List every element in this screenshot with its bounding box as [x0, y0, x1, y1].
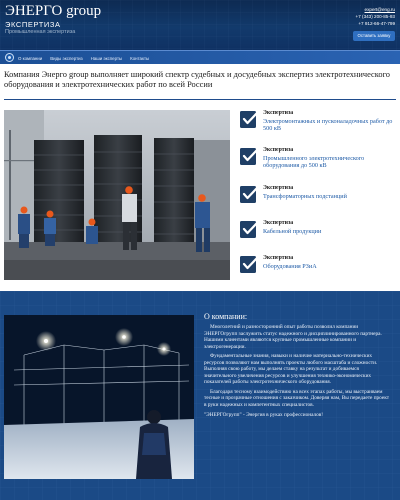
about-text: Многолетний и разносторонний опыт работы… — [204, 324, 392, 421]
service-item[interactable]: Экспертиза Кабельной продукции — [240, 220, 398, 250]
nav-item-experts[interactable]: Наши эксперты — [91, 56, 123, 61]
service-title: Экспертиза — [263, 185, 294, 191]
phone-link-1[interactable]: +7 (343) 200-85-93 — [356, 13, 395, 20]
logo-icon[interactable] — [5, 53, 14, 62]
phone-link-2[interactable]: +7 912-66-47-799 — [356, 20, 395, 27]
checkmark-icon — [240, 185, 258, 204]
service-item[interactable]: Экспертиза Промышленного электротехничес… — [240, 147, 398, 177]
intro-heading: Компания Энерго group выполняет широкий … — [4, 70, 390, 90]
header-contacts: expert@eng.ru +7 (343) 200-85-93 +7 912-… — [356, 6, 395, 27]
checkmark-icon — [240, 255, 258, 274]
site-header: ЭНЕРГО group ЭКСПЕРТИЗА Промышленная экс… — [0, 0, 400, 50]
service-item[interactable]: Экспертиза Электромонтажных и пусконалад… — [240, 110, 398, 140]
intro-divider — [4, 99, 396, 100]
about-paragraph: Многолетний и разносторонний опыт работы… — [204, 324, 382, 350]
nav-item-contacts[interactable]: Контакты — [130, 56, 149, 61]
service-link[interactable]: Трансформаторных подстанций — [263, 193, 398, 200]
service-item[interactable]: Экспертиза Оборудования РЗиА — [240, 255, 398, 285]
about-title: О компании: — [204, 312, 248, 321]
checkmark-icon — [240, 147, 258, 166]
service-title: Экспертиза — [263, 110, 294, 116]
service-item[interactable]: Экспертиза Трансформаторных подстанций — [240, 185, 398, 215]
main-nav: О компании Виды экспертиз Наши эксперты … — [0, 50, 400, 64]
email-link[interactable]: expert@eng.ru — [356, 6, 395, 13]
service-link[interactable]: Оборудования РЗиА — [263, 263, 398, 270]
service-link[interactable]: Электромонтажных и пусконаладочных работ… — [263, 118, 398, 133]
about-slogan: "ЭНЕРГОгрупп" - Энергия в руках професси… — [204, 411, 324, 418]
request-button[interactable]: Оставить заявку — [353, 31, 395, 41]
service-title: Экспертиза — [263, 255, 294, 261]
nav-items: О компании Виды экспертиз Наши эксперты … — [18, 51, 149, 65]
night-substation-photo — [4, 315, 194, 479]
service-title: Экспертиза — [263, 147, 294, 153]
about-paragraph: Фундаментальные знания, навыки и наличие… — [204, 353, 378, 386]
about-section: О компании: Многолетний и разносторонний… — [0, 291, 400, 500]
brand-tagline: Промышленная экспертиза — [5, 29, 76, 35]
service-link[interactable]: Промышленного электротехнического оборуд… — [263, 155, 398, 170]
checkmark-icon — [240, 110, 258, 129]
brand-title[interactable]: ЭНЕРГО group — [5, 4, 101, 19]
transformer-photo — [4, 110, 230, 280]
service-title: Экспертиза — [263, 220, 294, 226]
checkmark-icon — [240, 220, 258, 239]
nav-item-expertise-types[interactable]: Виды экспертиз — [50, 56, 82, 61]
service-link[interactable]: Кабельной продукции — [263, 228, 398, 235]
about-paragraph: Благодаря тесному взаимодействию на всех… — [204, 388, 390, 409]
nav-item-about[interactable]: О компании — [18, 56, 42, 61]
brand-subtitle: ЭКСПЕРТИЗА — [5, 20, 61, 29]
